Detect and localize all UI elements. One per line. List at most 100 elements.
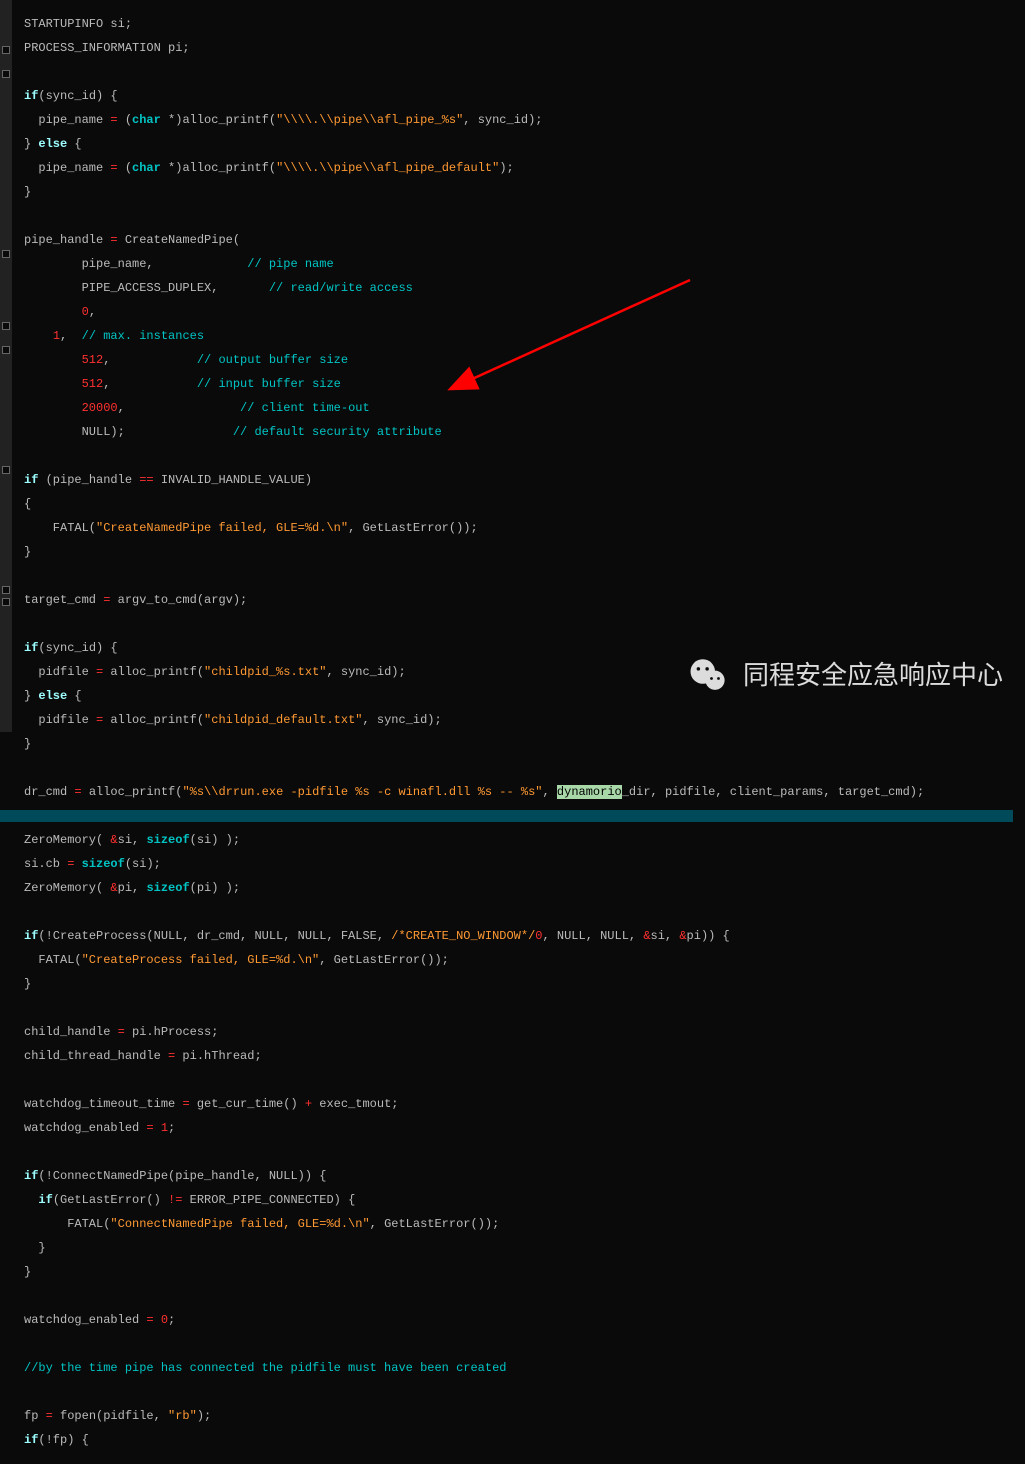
comment: // output buffer size bbox=[197, 353, 348, 367]
code-text: , NULL, NULL, bbox=[543, 929, 644, 943]
code-text: } bbox=[24, 137, 38, 151]
operator: = bbox=[110, 161, 117, 175]
code-text: pipe_name bbox=[24, 113, 110, 127]
fold-marker-icon[interactable] bbox=[2, 598, 10, 606]
code-text: , GetLastError()); bbox=[319, 953, 449, 967]
code-text: (pi) ); bbox=[190, 881, 240, 895]
string: "CreateNamedPipe failed, GLE=%d.\n" bbox=[96, 521, 348, 535]
code-text: FATAL( bbox=[24, 953, 82, 967]
number: 20000 bbox=[82, 401, 118, 415]
code-text: FATAL( bbox=[24, 521, 96, 535]
operator: = bbox=[146, 1121, 153, 1135]
code-text bbox=[154, 1121, 161, 1135]
operator: & bbox=[110, 881, 117, 895]
code-text: exec_tmout; bbox=[312, 1097, 398, 1111]
code-text: { bbox=[67, 137, 81, 151]
comment: //by the time pipe has connected the pid… bbox=[24, 1361, 506, 1375]
code-text: ZeroMemory( bbox=[24, 881, 110, 895]
code-text: } bbox=[24, 185, 31, 199]
code-text: pi, bbox=[118, 881, 147, 895]
code-text: } bbox=[24, 977, 31, 991]
string: "childpid_%s.txt" bbox=[204, 665, 326, 679]
code-text: , bbox=[543, 785, 557, 799]
comment: // read/write access bbox=[269, 281, 413, 295]
code-text: si.cb bbox=[24, 857, 67, 871]
keyword: if bbox=[24, 473, 38, 487]
code-text: } bbox=[24, 545, 31, 559]
fold-marker-icon[interactable] bbox=[2, 250, 10, 258]
string: "\\\\.\\pipe\\afl_pipe_%s" bbox=[276, 113, 463, 127]
number: 512 bbox=[82, 353, 104, 367]
code-text: dr_cmd bbox=[24, 785, 74, 799]
code-text: , GetLastError()); bbox=[370, 1217, 500, 1231]
keyword: sizeof bbox=[82, 857, 125, 871]
code-text: ); bbox=[197, 1409, 211, 1423]
fold-marker-icon[interactable] bbox=[2, 70, 10, 78]
code-text: pi)) { bbox=[687, 929, 730, 943]
operator: & bbox=[643, 929, 650, 943]
code-text: pidfile bbox=[24, 665, 96, 679]
code-text bbox=[74, 857, 81, 871]
code-text: pipe_handle bbox=[24, 233, 110, 247]
code-text: ZeroMemory( bbox=[24, 833, 110, 847]
code-text bbox=[24, 401, 82, 415]
fold-marker-icon[interactable] bbox=[2, 346, 10, 354]
code-text: } bbox=[24, 737, 31, 751]
keyword: if bbox=[24, 929, 38, 943]
code-text: pidfile bbox=[24, 713, 96, 727]
code-text: fopen(pidfile, bbox=[53, 1409, 168, 1423]
code-text: (sync_id) { bbox=[38, 641, 117, 655]
code-content[interactable]: STARTUPINFO si; PROCESS_INFORMATION pi; … bbox=[12, 6, 1025, 1464]
code-text: fp bbox=[24, 1409, 46, 1423]
code-text: ; bbox=[168, 1313, 175, 1327]
code-text: (si); bbox=[125, 857, 161, 871]
code-text: get_cur_time() bbox=[190, 1097, 305, 1111]
code-text: (!fp) { bbox=[38, 1433, 88, 1447]
code-text: { bbox=[67, 689, 81, 703]
code-text: watchdog_timeout_time bbox=[24, 1097, 182, 1111]
fold-marker-icon[interactable] bbox=[2, 586, 10, 594]
code-text: (!CreateProcess(NULL, dr_cmd, NULL, NULL… bbox=[38, 929, 391, 943]
code-text: watchdog_enabled bbox=[24, 1313, 146, 1327]
comment: // input buffer size bbox=[197, 377, 341, 391]
code-text: } bbox=[24, 1265, 31, 1279]
operator: & bbox=[679, 929, 686, 943]
code-text: , bbox=[60, 329, 82, 343]
operator: = bbox=[110, 113, 117, 127]
code-text: pipe_name bbox=[24, 161, 110, 175]
operator: = bbox=[110, 233, 117, 247]
operator: + bbox=[305, 1097, 312, 1111]
comment: /*CREATE_NO_WINDOW*/ bbox=[391, 929, 535, 943]
number: 512 bbox=[82, 377, 104, 391]
code-text: FATAL( bbox=[24, 1217, 110, 1231]
code-text: ERROR_PIPE_CONNECTED) { bbox=[182, 1193, 355, 1207]
fold-marker-icon[interactable] bbox=[2, 322, 10, 330]
code-editor[interactable]: STARTUPINFO si; PROCESS_INFORMATION pi; … bbox=[0, 0, 1025, 732]
code-text bbox=[24, 305, 82, 319]
code-text: child_thread_handle bbox=[24, 1049, 168, 1063]
code-text: , bbox=[118, 401, 240, 415]
code-text: alloc_printf( bbox=[103, 665, 204, 679]
operator: == bbox=[139, 473, 153, 487]
fold-marker-icon[interactable] bbox=[2, 46, 10, 54]
operator: != bbox=[168, 1193, 182, 1207]
code-text: INVALID_HANDLE_VALUE) bbox=[154, 473, 312, 487]
operator: = bbox=[67, 857, 74, 871]
code-text: (si) ); bbox=[190, 833, 240, 847]
code-text: child_handle bbox=[24, 1025, 118, 1039]
code-text: alloc_printf( bbox=[103, 713, 204, 727]
fold-marker-icon[interactable] bbox=[2, 466, 10, 474]
keyword: else bbox=[38, 137, 67, 151]
keyword: if bbox=[24, 1169, 38, 1183]
type: char bbox=[132, 113, 161, 127]
code-text: pi.hProcess; bbox=[125, 1025, 219, 1039]
code-text: PIPE_ACCESS_DUPLEX, bbox=[24, 281, 269, 295]
code-text: pipe_name, bbox=[24, 257, 247, 271]
operator: = bbox=[182, 1097, 189, 1111]
code-text: STARTUPINFO si; bbox=[24, 17, 132, 31]
operator: = bbox=[118, 1025, 125, 1039]
comment: // max. instances bbox=[82, 329, 204, 343]
keyword: if bbox=[38, 1193, 52, 1207]
code-text: si, bbox=[118, 833, 147, 847]
number: 0 bbox=[161, 1313, 168, 1327]
